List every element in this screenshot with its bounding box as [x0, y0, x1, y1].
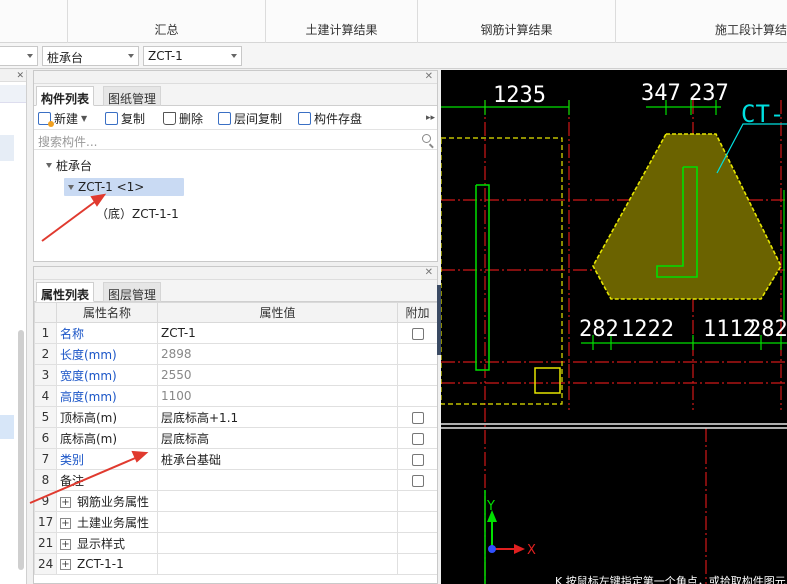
cad-canvas[interactable]: 1235 347 237 282 1222 1112 282 2050 450 …: [441, 70, 787, 584]
rebar-shape: [475, 184, 490, 371]
annotation-arrow: [41, 197, 101, 242]
column-outline[interactable]: [441, 137, 563, 405]
x-axis-arrow: [514, 544, 525, 554]
status-prompt-text: K 按鼠标左键指定第一个角点，或拾取构件图元: [555, 574, 786, 584]
pile-cap-shape[interactable]: [592, 133, 782, 300]
annotation-arrowhead: [131, 450, 149, 463]
dimension-text: 1222: [621, 317, 674, 342]
component-label-text: CT-1: [741, 100, 787, 128]
pile-square[interactable]: [534, 367, 561, 394]
dimension-text: 1235: [493, 83, 546, 108]
annotation-arrow: [29, 455, 141, 504]
y-axis-label: Y: [486, 499, 495, 514]
x-axis-label: X: [527, 543, 536, 558]
wall-lines: [441, 423, 787, 429]
dimension-text: 237: [689, 81, 729, 106]
dimension-text: 282: [748, 317, 787, 342]
origin-point: [488, 545, 496, 553]
axis-indicator: Y X: [486, 499, 536, 558]
rebar-left: [475, 184, 490, 371]
dimension-text: 347: [641, 81, 681, 106]
cad-drawing[interactable]: 1235 347 237 282 1222 1112 282 2050 450 …: [441, 70, 787, 584]
dimension-text: 282: [579, 317, 619, 342]
